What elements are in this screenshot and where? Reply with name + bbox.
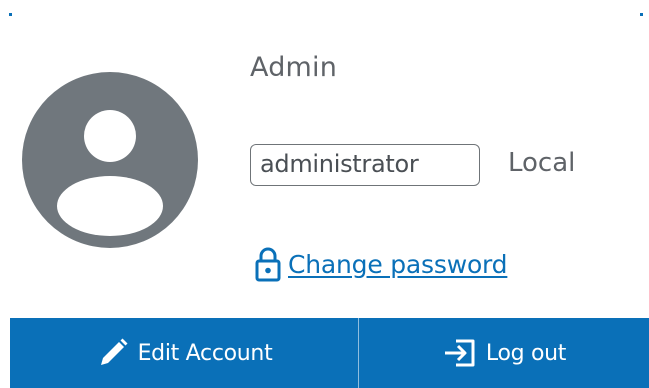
lock-icon <box>255 246 281 282</box>
account-action-bar: Edit Account Log out <box>10 318 649 388</box>
auth-type-label: Local <box>508 148 576 178</box>
log-out-button[interactable]: Log out <box>359 318 649 388</box>
edit-account-button[interactable]: Edit Account <box>10 318 358 388</box>
user-name: Admin <box>250 52 338 83</box>
user-avatar-icon <box>22 72 198 248</box>
corner-mark-left <box>9 13 12 16</box>
logout-icon <box>442 335 478 371</box>
change-password-link[interactable]: Change password <box>255 246 508 282</box>
role-badge: administrator <box>250 144 480 186</box>
corner-mark-right <box>640 13 643 16</box>
pencil-icon <box>96 336 130 370</box>
change-password-label[interactable]: Change password <box>288 250 508 279</box>
log-out-label: Log out <box>485 340 567 366</box>
edit-account-label: Edit Account <box>137 340 273 366</box>
